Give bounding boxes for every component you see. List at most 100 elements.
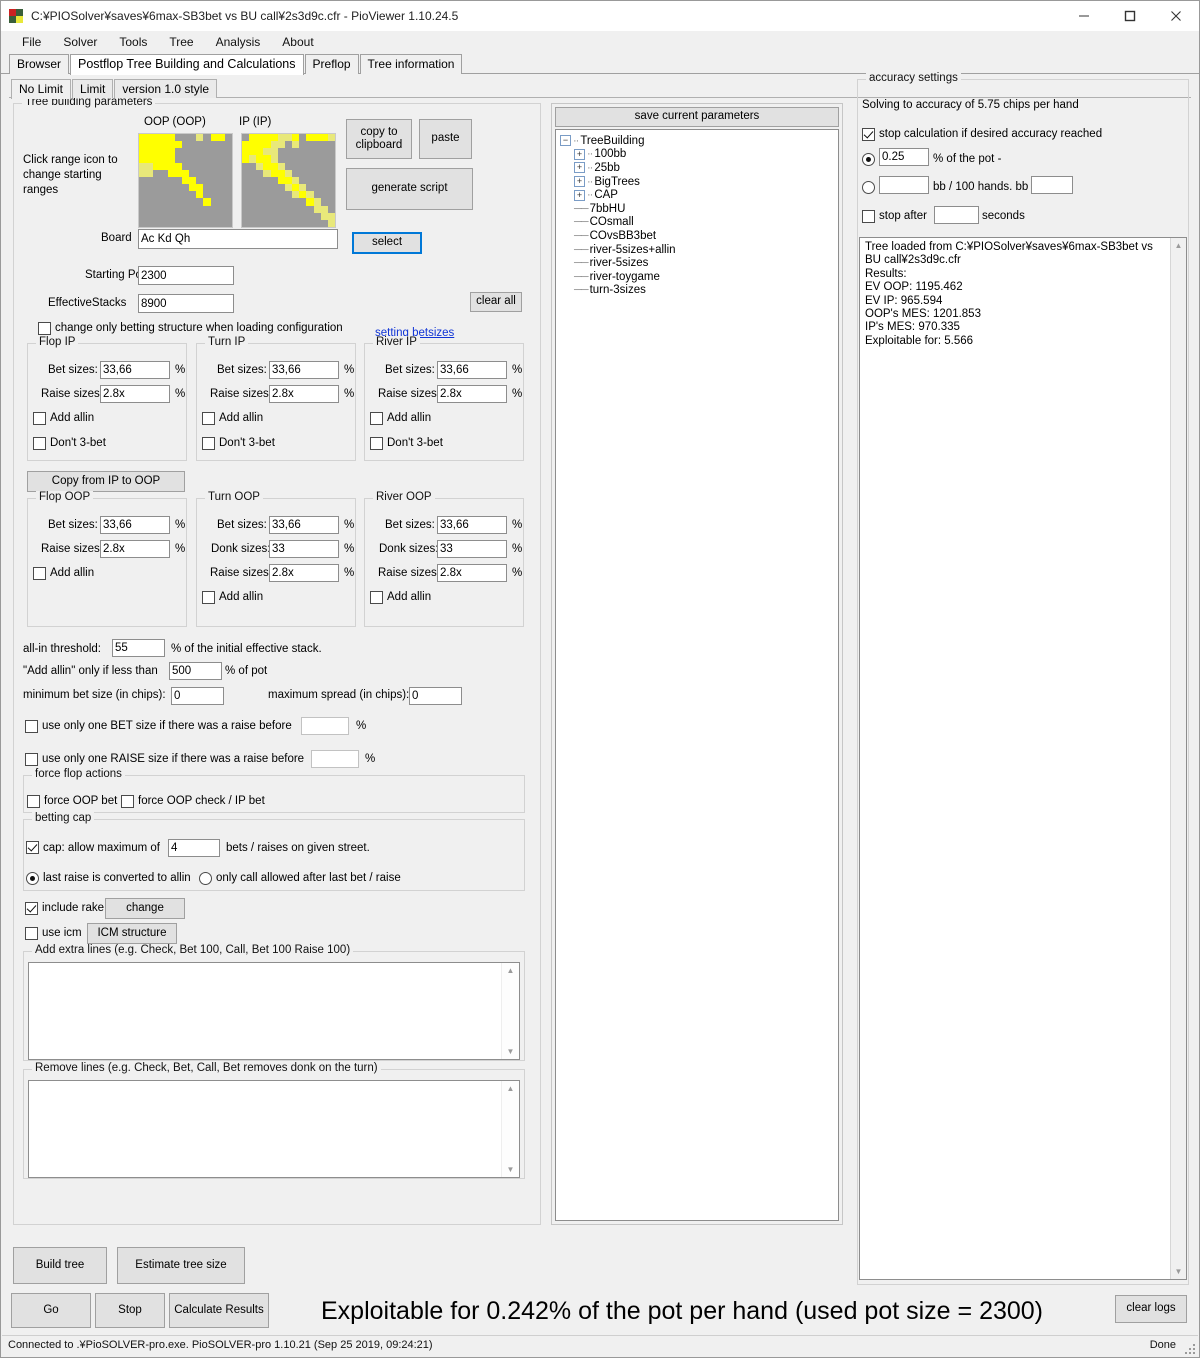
flop-ip-bet-input[interactable] <box>100 361 170 379</box>
calculate-results-button[interactable]: Calculate Results <box>169 1293 269 1328</box>
expand-icon[interactable]: + <box>574 176 585 188</box>
tree-node[interactable]: + ·· BigTrees <box>560 175 838 189</box>
scroll-down-icon[interactable]: ▼ <box>502 1162 519 1177</box>
river-oop-donk-input[interactable] <box>437 540 507 558</box>
close-icon[interactable] <box>1153 1 1199 31</box>
turn-ip-dont-3bet-checkbox[interactable] <box>202 437 215 450</box>
add-allin-less-input[interactable] <box>169 662 222 680</box>
results-log-box[interactable]: Tree loaded from C:¥PIOSolver¥saves¥6max… <box>859 237 1187 1280</box>
turn-oop-donk-input[interactable] <box>269 540 339 558</box>
estimate-tree-size-button[interactable]: Estimate tree size <box>117 1247 245 1284</box>
stop-button[interactable]: Stop <box>95 1293 165 1328</box>
one-bet-size-checkbox[interactable] <box>25 720 38 733</box>
tree-node[interactable]: + ·· 25bb <box>560 161 838 175</box>
board-input[interactable] <box>138 229 338 249</box>
generate-script-button[interactable]: generate script <box>346 168 473 210</box>
save-current-parameters-button[interactable]: save current parameters <box>555 107 839 127</box>
change-only-betting-checkbox[interactable] <box>38 322 51 335</box>
expand-icon[interactable]: + <box>574 148 585 160</box>
use-icm-checkbox[interactable] <box>25 927 38 940</box>
copy-ip-to-oop-button[interactable]: Copy from IP to OOP <box>27 471 185 492</box>
oop-range-matrix[interactable] <box>138 133 233 228</box>
menu-solver[interactable]: Solver <box>52 32 108 52</box>
betting-cap-checkbox[interactable] <box>26 841 39 854</box>
effective-stacks-input[interactable] <box>138 294 234 313</box>
flop-oop-raise-input[interactable] <box>100 540 170 558</box>
min-bet-input[interactable] <box>171 687 224 705</box>
rake-change-button[interactable]: change <box>105 898 185 919</box>
one-raise-size-input[interactable] <box>311 750 359 768</box>
accuracy-pot-percent-radio[interactable] <box>862 153 875 166</box>
collapse-icon[interactable]: − <box>560 135 571 147</box>
turn-ip-bet-input[interactable] <box>269 361 339 379</box>
add-extra-lines-textarea[interactable] <box>29 963 503 1059</box>
accuracy-bb-radio[interactable] <box>862 181 875 194</box>
force-oop-bet-checkbox[interactable] <box>27 795 40 808</box>
menu-file[interactable]: File <box>11 32 52 52</box>
stop-if-accuracy-reached-checkbox[interactable] <box>862 128 875 141</box>
ip-range-matrix[interactable] <box>241 133 336 228</box>
radio-last-raise-allin[interactable] <box>26 872 39 885</box>
results-log-scrollbar[interactable]: ▲ ▼ <box>1170 238 1186 1279</box>
menu-analysis[interactable]: Analysis <box>205 32 272 52</box>
tree-node[interactable]: ── river-5sizes+allin <box>560 243 838 257</box>
turn-oop-add-allin-checkbox[interactable] <box>202 591 215 604</box>
radio-only-call-allowed[interactable] <box>199 872 212 885</box>
one-bet-size-input[interactable] <box>301 717 349 735</box>
tab-limit[interactable]: Limit <box>72 79 114 98</box>
tree-node[interactable]: ── turn-3sizes <box>560 284 838 298</box>
tab-tree-information[interactable]: Tree information <box>359 54 463 74</box>
go-button[interactable]: Go <box>11 1293 91 1328</box>
tab-v1-style[interactable]: version 1.0 style <box>114 79 218 98</box>
starting-pot-input[interactable] <box>138 266 234 285</box>
clear-logs-button[interactable]: clear logs <box>1115 1295 1187 1323</box>
turn-ip-raise-input[interactable] <box>269 385 339 403</box>
betting-cap-input[interactable] <box>168 839 220 857</box>
maximize-icon[interactable] <box>1107 1 1153 31</box>
remove-lines-textarea-wrap[interactable]: ▲ ▼ <box>28 1080 520 1178</box>
turn-oop-raise-input[interactable] <box>269 564 339 582</box>
river-ip-add-allin-checkbox[interactable] <box>370 412 383 425</box>
accuracy-bb-eq-input[interactable] <box>1031 176 1073 194</box>
flop-oop-add-allin-checkbox[interactable] <box>33 567 46 580</box>
tab-preflop[interactable]: Preflop <box>304 54 359 74</box>
paste-button[interactable]: paste <box>419 119 472 159</box>
river-ip-dont-3bet-checkbox[interactable] <box>370 437 383 450</box>
tab-postflop-tree[interactable]: Postflop Tree Building and Calculations <box>70 54 304 75</box>
icm-structure-button[interactable]: ICM structure <box>87 923 177 944</box>
copy-to-clipboard-button[interactable]: copy to clipboard <box>346 119 412 159</box>
tree-node[interactable]: + ·· 100bb <box>560 148 838 162</box>
resize-grip-icon[interactable] <box>1183 1342 1195 1354</box>
tree-node[interactable]: ── 7bbHU <box>560 202 838 216</box>
one-raise-size-checkbox[interactable] <box>25 753 38 766</box>
expand-icon[interactable]: + <box>574 189 585 201</box>
tree-node[interactable]: ── COsmall <box>560 216 838 230</box>
minimize-icon[interactable] <box>1061 1 1107 31</box>
tab-no-limit[interactable]: No Limit <box>11 79 72 99</box>
turn-oop-bet-input[interactable] <box>269 516 339 534</box>
allin-threshold-input[interactable] <box>112 639 165 657</box>
accuracy-bb-input[interactable] <box>879 176 929 194</box>
force-oop-check-ip-bet-checkbox[interactable] <box>121 795 134 808</box>
tree-node[interactable]: + ·· CAP <box>560 188 838 202</box>
add-extra-lines-scrollbar[interactable]: ▲ ▼ <box>501 963 519 1059</box>
clear-all-button[interactable]: clear all <box>470 292 522 312</box>
select-board-button[interactable]: select <box>352 232 422 254</box>
river-oop-add-allin-checkbox[interactable] <box>370 591 383 604</box>
tree-node[interactable]: ── COvsBB3bet <box>560 229 838 243</box>
include-rake-checkbox[interactable] <box>25 902 38 915</box>
menu-tree[interactable]: Tree <box>158 32 204 52</box>
add-extra-lines-textarea-wrap[interactable]: ▲ ▼ <box>28 962 520 1060</box>
flop-oop-bet-input[interactable] <box>100 516 170 534</box>
accuracy-pot-percent-input[interactable] <box>879 148 929 166</box>
river-oop-bet-input[interactable] <box>437 516 507 534</box>
remove-lines-textarea[interactable] <box>29 1081 503 1177</box>
stop-after-seconds-checkbox[interactable] <box>862 210 875 223</box>
scroll-down-icon[interactable]: ▼ <box>1171 1264 1186 1279</box>
river-ip-raise-input[interactable] <box>437 385 507 403</box>
remove-lines-scrollbar[interactable]: ▲ ▼ <box>501 1081 519 1177</box>
menu-tools[interactable]: Tools <box>108 32 158 52</box>
saved-trees-list[interactable]: − ·· TreeBuilding + ·· 100bb + ·· 25bb + ·· BigTree… <box>555 129 839 1221</box>
river-ip-bet-input[interactable] <box>437 361 507 379</box>
tree-node[interactable]: ── river-toygame <box>560 270 838 284</box>
